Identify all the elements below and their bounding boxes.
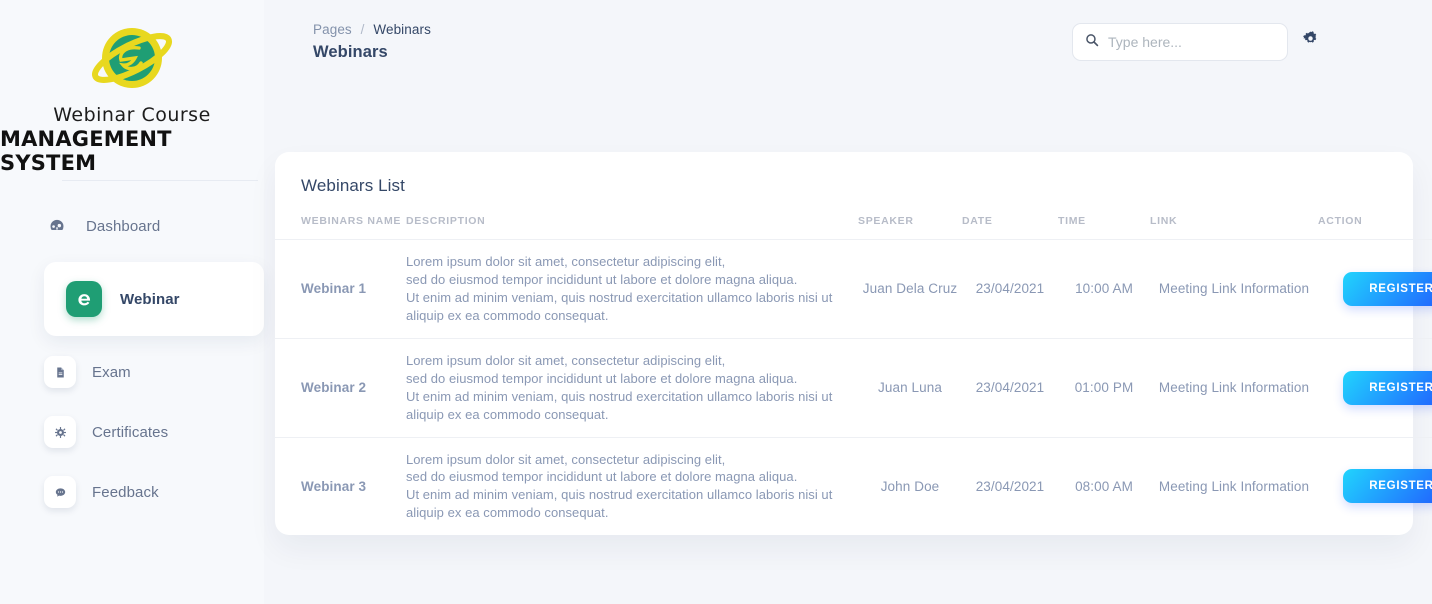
breadcrumb-separator: / bbox=[360, 22, 365, 37]
cell-speaker: Juan Dela Cruz bbox=[862, 281, 958, 297]
table-row: Webinar 1 Lorem ipsum dolor sit amet, co… bbox=[275, 239, 1432, 339]
table-header-row: WEBINARS NAME DESCRIPTION SPEAKER DATE T… bbox=[275, 215, 1432, 240]
document-icon bbox=[44, 356, 76, 388]
sidebar: Webinar Course MANAGEMENT SYSTEM Dashboa… bbox=[0, 0, 264, 604]
cell-webinar-name: Webinar 3 bbox=[301, 478, 367, 494]
cell-description: Lorem ipsum dolor sit amet, consectetur … bbox=[406, 451, 833, 521]
column-header-speaker: SPEAKER bbox=[858, 215, 962, 240]
cell-webinar-name: Webinar 1 bbox=[301, 281, 367, 297]
cell-meeting-link[interactable]: Meeting Link Information bbox=[1150, 281, 1318, 296]
column-header-link: LINK bbox=[1150, 215, 1318, 240]
column-header-description: DESCRIPTION bbox=[406, 215, 858, 240]
cell-time: 10:00 AM bbox=[1075, 281, 1133, 297]
register-button[interactable]: REGISTER bbox=[1343, 469, 1432, 504]
column-header-time: TIME bbox=[1058, 215, 1150, 240]
table-wrapper: WEBINARS NAME DESCRIPTION SPEAKER DATE T… bbox=[275, 215, 1432, 535]
card-title: Webinars List bbox=[301, 176, 405, 195]
cell-time: 08:00 AM bbox=[1075, 478, 1133, 494]
column-header-action: ACTION bbox=[1318, 215, 1432, 240]
table-row: Webinar 2 Lorem ipsum dolor sit amet, co… bbox=[275, 338, 1432, 438]
brand-line-2: MANAGEMENT SYSTEM bbox=[0, 127, 172, 175]
cell-description: Lorem ipsum dolor sit amet, consectetur … bbox=[406, 254, 833, 323]
webinars-table: WEBINARS NAME DESCRIPTION SPEAKER DATE T… bbox=[275, 215, 1432, 535]
sidebar-item-label: Exam bbox=[92, 363, 131, 381]
cell-speaker: Juan Luna bbox=[878, 380, 942, 396]
sidebar-item-dashboard[interactable]: Dashboard bbox=[0, 202, 264, 250]
column-header-name: WEBINARS NAME bbox=[275, 215, 406, 240]
app-root: Webinar Course MANAGEMENT SYSTEM Dashboa… bbox=[0, 0, 1432, 604]
brand-line-1: Webinar Course bbox=[53, 104, 211, 126]
gear-icon[interactable] bbox=[1302, 30, 1319, 52]
sidebar-divider bbox=[62, 180, 258, 181]
breadcrumb: Pages / Webinars bbox=[313, 22, 431, 37]
page-title: Webinars bbox=[313, 43, 388, 61]
table-body: Webinar 1 Lorem ipsum dolor sit amet, co… bbox=[275, 239, 1432, 536]
cell-meeting-link[interactable]: Meeting Link Information bbox=[1150, 479, 1318, 494]
breadcrumb-parent[interactable]: Pages bbox=[313, 22, 352, 37]
cell-meeting-link[interactable]: Meeting Link Information bbox=[1150, 380, 1318, 395]
sidebar-nav: Dashboard Webinar Exam Certificates Feed… bbox=[0, 202, 264, 528]
sidebar-item-exam[interactable]: Exam bbox=[0, 348, 264, 396]
column-header-date: DATE bbox=[962, 215, 1058, 240]
cell-date: 23/04/2021 bbox=[975, 380, 1045, 396]
register-button[interactable]: REGISTER bbox=[1343, 271, 1432, 306]
search-input[interactable] bbox=[1108, 34, 1268, 50]
chat-bubble-icon bbox=[44, 476, 76, 508]
sidebar-item-webinar[interactable]: Webinar bbox=[44, 262, 264, 336]
sidebar-item-label: Webinar bbox=[120, 290, 180, 308]
browser-e-icon bbox=[66, 281, 102, 317]
sidebar-item-label: Certificates bbox=[92, 423, 169, 441]
webinars-card: Webinars List WEBINARS NAME DESCRIPTION … bbox=[275, 152, 1432, 536]
search-box[interactable] bbox=[1072, 23, 1288, 61]
award-icon bbox=[44, 416, 76, 448]
cell-webinar-name: Webinar 2 bbox=[301, 380, 367, 396]
cell-date: 23/04/2021 bbox=[975, 281, 1045, 297]
speedometer-icon bbox=[44, 217, 70, 235]
sidebar-item-feedback[interactable]: Feedback bbox=[0, 468, 264, 516]
cell-time: 01:00 PM bbox=[1074, 380, 1134, 396]
table-row: Webinar 3 Lorem ipsum dolor sit amet, co… bbox=[275, 437, 1432, 535]
sidebar-item-certificates[interactable]: Certificates bbox=[0, 408, 264, 456]
breadcrumb-current: Webinars bbox=[373, 22, 431, 37]
cell-description: Lorem ipsum dolor sit amet, consectetur … bbox=[406, 352, 833, 422]
sidebar-item-label: Dashboard bbox=[86, 217, 161, 235]
brand-block: Webinar Course MANAGEMENT SYSTEM bbox=[0, 22, 264, 175]
sidebar-item-label: Feedback bbox=[92, 483, 159, 501]
cell-speaker: John Doe bbox=[880, 478, 940, 494]
topbar: Pages / Webinars Webinars bbox=[264, 0, 1432, 80]
planet-icon bbox=[77, 22, 187, 100]
register-button[interactable]: REGISTER bbox=[1343, 370, 1432, 405]
search-icon bbox=[1085, 33, 1099, 52]
cell-date: 23/04/2021 bbox=[975, 478, 1045, 494]
table-head: WEBINARS NAME DESCRIPTION SPEAKER DATE T… bbox=[275, 215, 1432, 240]
